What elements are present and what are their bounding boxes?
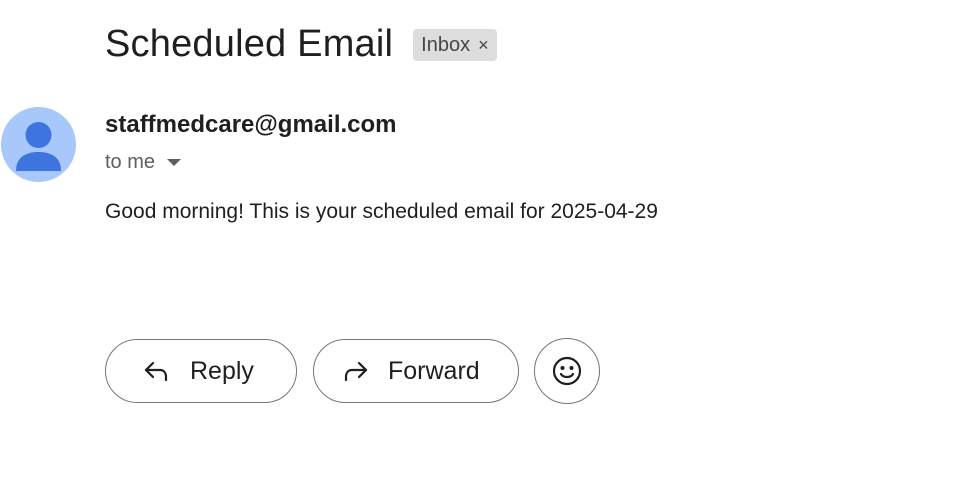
reply-arrow-icon xyxy=(142,356,172,386)
forward-button[interactable]: Forward xyxy=(313,339,519,403)
label-chip-text: Inbox xyxy=(421,33,471,56)
sender-address[interactable]: staffmedcare@gmail.com xyxy=(105,111,397,139)
recipient-text: to me xyxy=(105,151,156,173)
inbox-label-chip[interactable]: Inbox × xyxy=(413,29,497,61)
reply-button[interactable]: Reply xyxy=(105,339,297,403)
sender-avatar[interactable] xyxy=(1,107,76,182)
remove-label-icon[interactable]: × xyxy=(478,35,489,56)
forward-arrow-icon xyxy=(340,356,370,386)
person-icon xyxy=(16,122,61,171)
reply-label: Reply xyxy=(190,356,254,385)
recipient-details-toggle[interactable]: to me xyxy=(105,151,182,174)
subject-row: Scheduled Email Inbox × xyxy=(105,20,497,68)
forward-label: Forward xyxy=(388,356,480,385)
message-actions: Reply Forward xyxy=(105,338,600,404)
email-subject: Scheduled Email xyxy=(105,23,394,65)
caret-down-icon xyxy=(167,159,182,166)
emoji-reaction-button[interactable] xyxy=(534,338,600,404)
smiley-icon xyxy=(552,356,582,386)
email-body: Good morning! This is your scheduled ema… xyxy=(105,200,658,223)
